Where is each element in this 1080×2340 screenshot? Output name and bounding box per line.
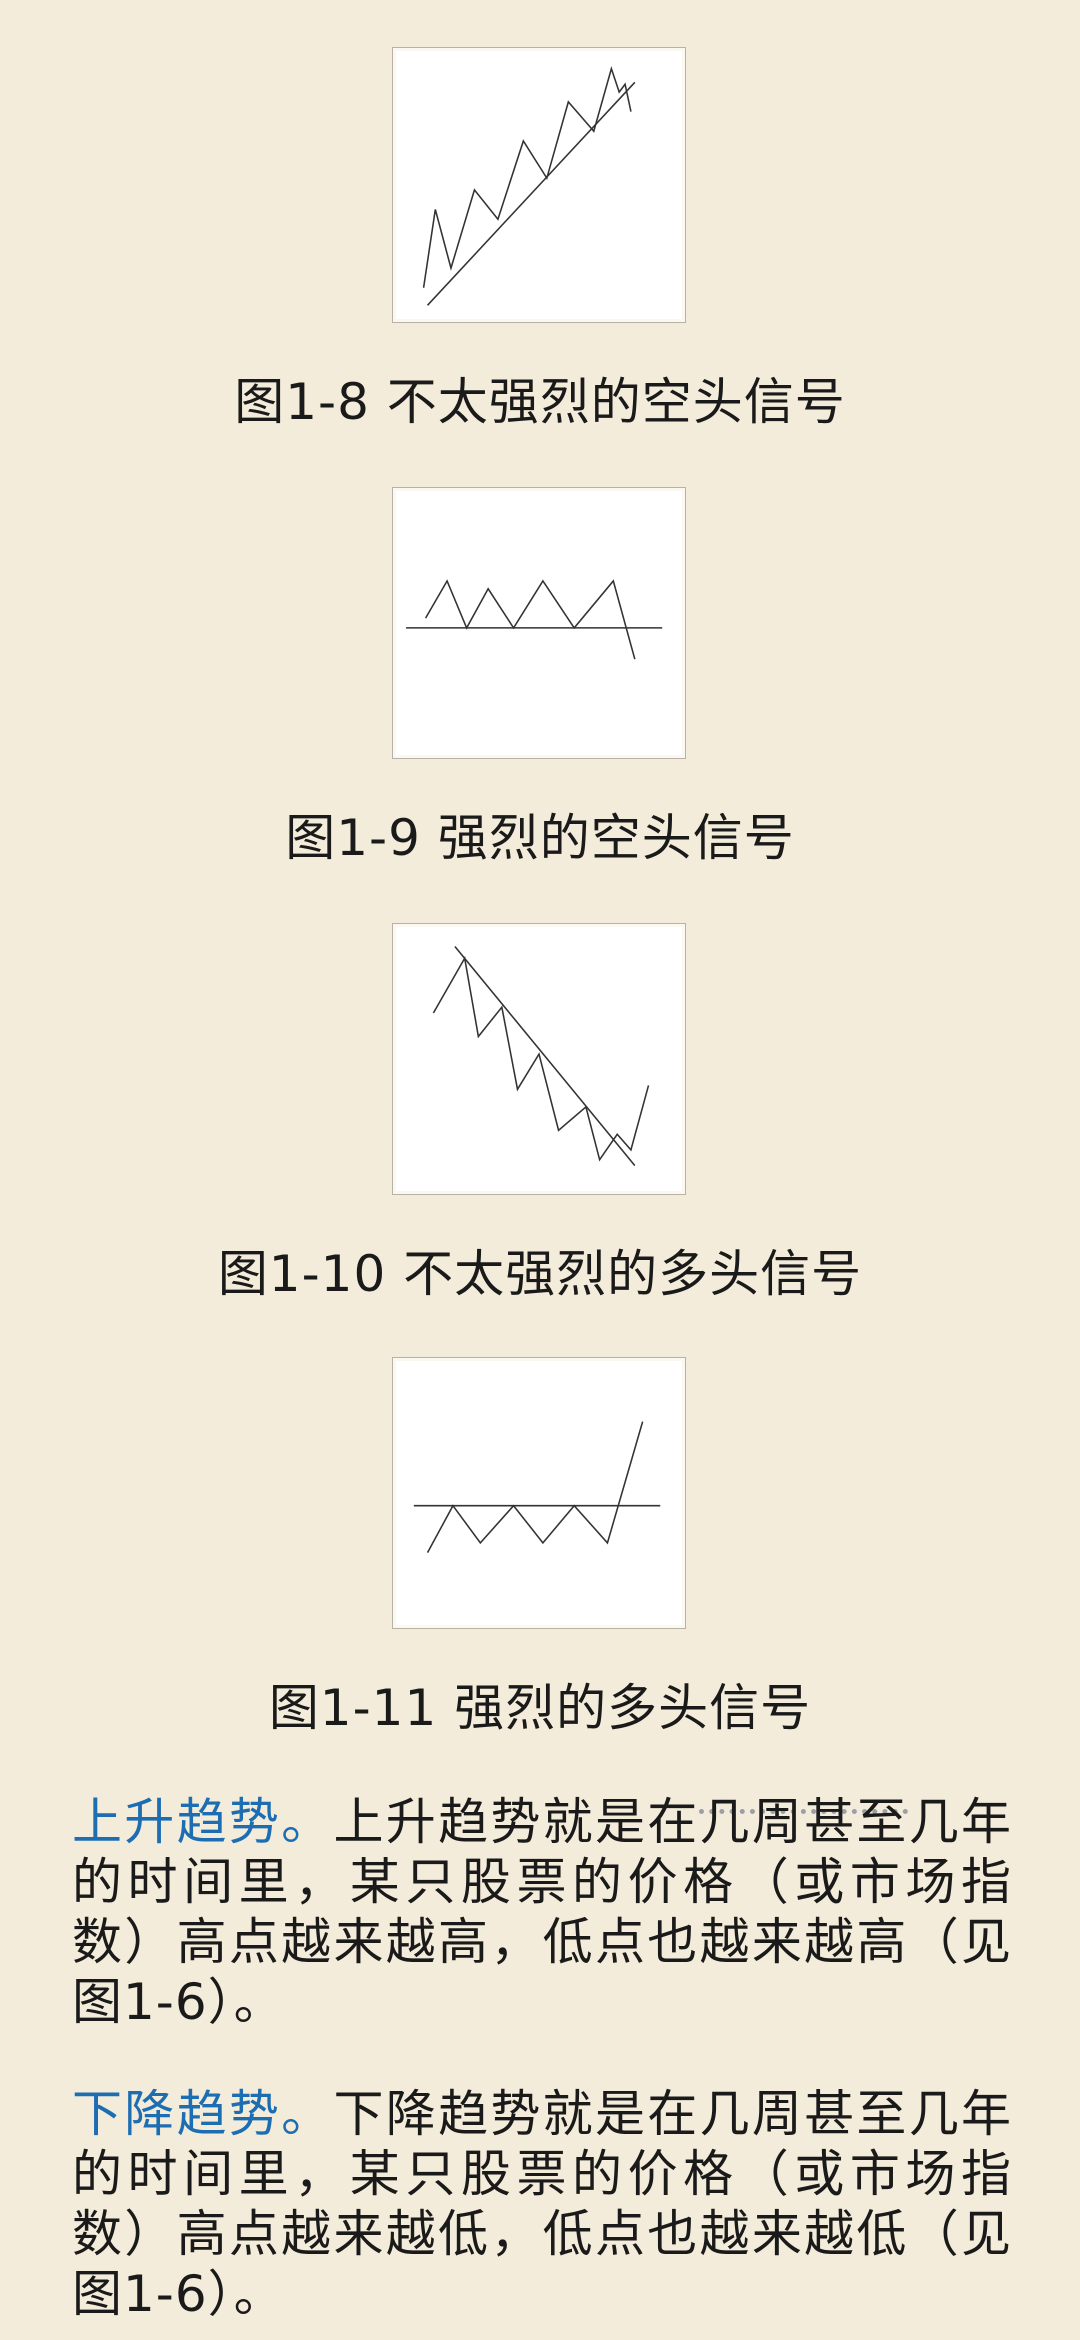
figure-1-11-drawing <box>413 1421 661 1554</box>
figure-1-11-image <box>393 1358 685 1628</box>
uptrend-paragraph: 上升趋势。上升趋势就是在几周甚至几年的时间里，某只股票的价格（或市场指数）高点越… <box>72 1792 1012 2032</box>
downtrend-term: 下降趋势。 <box>72 2085 334 2143</box>
figure-1-8-price-line <box>422 65 632 288</box>
figure-1-10-image <box>393 924 685 1194</box>
uptrend-term: 上升趋势。 <box>72 1793 334 1851</box>
figure-1-8-caption: 图1-8 不太强烈的空头信号 <box>234 373 846 431</box>
figure-1-11-caption: 图1-11 强烈的多头信号 <box>268 1679 812 1737</box>
uptrend-highlighted-text[interactable]: 几周甚至 <box>700 1793 909 1851</box>
figure-1-11-price-line <box>426 1421 644 1554</box>
figure-1-9-caption: 图1-9 强烈的空头信号 <box>285 809 795 867</box>
downtrend-paragraph: 下降趋势。下降趋势就是在几周甚至几年的时间里，某只股票的价格（或市场指数）高点越… <box>72 2084 1012 2324</box>
figure-1-8-image <box>393 48 685 322</box>
figure-1-9-image <box>393 488 685 758</box>
figure-1-10-trend-line <box>454 946 636 1167</box>
figure-1-8-drawing <box>422 65 636 306</box>
figure-1-10-price-line <box>432 956 650 1162</box>
figure-1-10-drawing <box>432 946 650 1167</box>
figure-1-8-trend-line <box>426 81 636 306</box>
figure-1-9-price-line <box>424 579 636 660</box>
uptrend-text-part-1: 上升趋势就是在 <box>333 1793 700 1851</box>
figure-1-9-drawing <box>406 579 663 660</box>
figure-1-10-caption: 图1-10 不太强烈的多头信号 <box>217 1245 863 1303</box>
